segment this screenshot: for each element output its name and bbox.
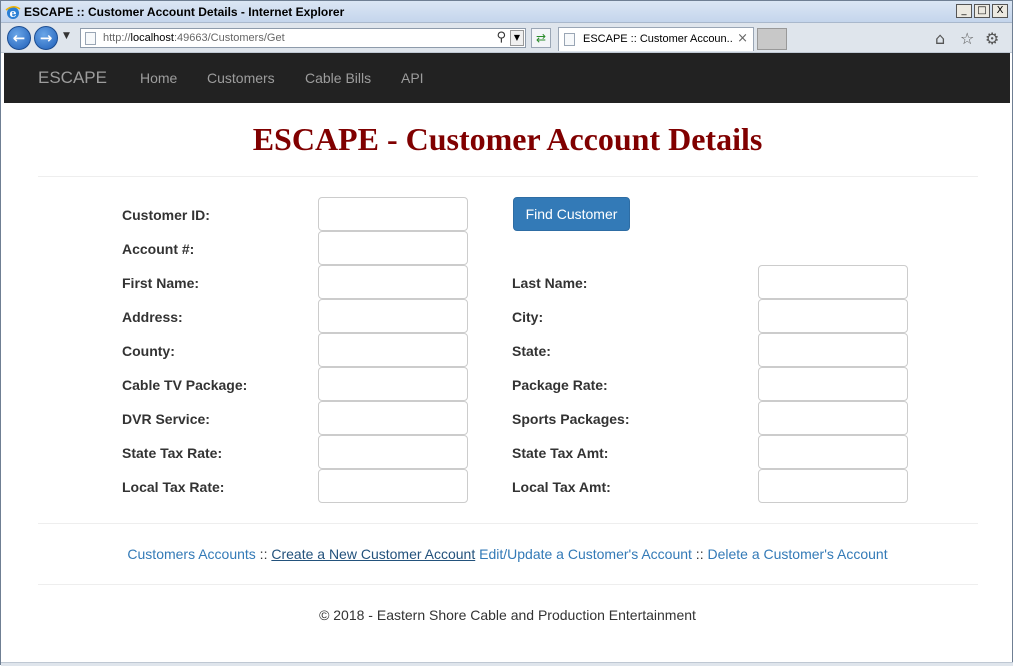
city-label: City: [512, 309, 544, 325]
history-dropdown-icon[interactable]: ▼ [63, 31, 70, 41]
first-name-field[interactable] [318, 265, 468, 299]
address-dropdown-icon[interactable]: ▼ [510, 30, 524, 46]
state-tax-amt-field[interactable] [758, 435, 908, 469]
sports-packages-field[interactable] [758, 401, 908, 435]
customers-accounts-link[interactable]: Customers Accounts [127, 546, 255, 562]
cable-tv-package-field[interactable] [318, 367, 468, 401]
gear-icon[interactable]: ⚙ [985, 29, 999, 48]
cable-tv-package-label: Cable TV Package: [122, 377, 248, 393]
city-field[interactable] [758, 299, 908, 333]
account-number-label: Account #: [122, 241, 195, 257]
page-title: ESCAPE - Customer Account Details [252, 121, 763, 157]
customer-id-field[interactable] [318, 197, 468, 231]
local-tax-amt-field[interactable] [758, 469, 908, 503]
find-customer-button[interactable]: Find Customer [513, 197, 630, 231]
local-tax-rate-field[interactable] [318, 469, 468, 503]
svg-text:e: e [10, 7, 17, 20]
brand-link[interactable]: ESCAPE [38, 68, 107, 88]
create-customer-link[interactable]: Create a New Customer Account [271, 546, 475, 562]
sports-packages-label: Sports Packages: [512, 411, 630, 427]
link-separator: :: [255, 546, 272, 562]
address-toolbar: ← → ▼ http://localhost:49663/Customers/G… [1, 23, 1012, 53]
window-controls: _ □ X [956, 4, 1008, 18]
package-rate-field[interactable] [758, 367, 908, 401]
address-bar[interactable]: http://localhost:49663/Customers/Get ⚲ ▼ [80, 28, 526, 48]
local-tax-rate-label: Local Tax Rate: [122, 479, 225, 495]
star-icon[interactable]: ☆ [960, 29, 974, 48]
address-label: Address: [122, 309, 183, 325]
tab-escape[interactable]: ESCAPE :: Customer Accoun... × [558, 27, 754, 51]
county-field[interactable] [318, 333, 468, 367]
back-icon[interactable]: ← [7, 26, 31, 50]
title-bar: e ESCAPE :: Customer Account Details - I… [1, 1, 1012, 23]
state-tax-rate-label: State Tax Rate: [122, 445, 223, 461]
tab-label: ESCAPE :: Customer Accoun... [583, 33, 733, 45]
home-icon[interactable]: ⌂ [935, 29, 945, 48]
account-number-field[interactable] [318, 231, 468, 265]
url-text[interactable]: http://localhost:49663/Customers/Get [103, 32, 285, 44]
last-name-field[interactable] [758, 265, 908, 299]
nav-api[interactable]: API [401, 70, 424, 86]
window-bottom-edge [1, 662, 1013, 666]
link-separator: :: [691, 546, 708, 562]
edit-customer-link[interactable]: Edit/Update a Customer's Account [479, 546, 692, 562]
customer-id-label: Customer ID: [122, 207, 210, 223]
dvr-service-label: DVR Service: [122, 411, 210, 427]
window-title: ESCAPE :: Customer Account Details - Int… [24, 5, 345, 19]
site-navbar: ESCAPE Home Customers Cable Bills API [4, 53, 1010, 103]
browser-window: e ESCAPE :: Customer Account Details - I… [0, 0, 1013, 666]
divider [38, 523, 978, 524]
local-tax-amt-label: Local Tax Amt: [512, 479, 611, 495]
last-name-label: Last Name: [512, 275, 588, 291]
state-tax-amt-label: State Tax Amt: [512, 445, 609, 461]
nav-customers[interactable]: Customers [207, 70, 275, 86]
maximize-button[interactable]: □ [974, 4, 990, 18]
address-field[interactable] [318, 299, 468, 333]
internet-explorer-icon: e [5, 6, 21, 20]
close-icon[interactable]: × [737, 31, 748, 46]
footer-links: Customers Accounts :: Create a New Custo… [1, 546, 1013, 562]
page-icon [85, 32, 96, 45]
dvr-service-field[interactable] [318, 401, 468, 435]
delete-customer-link[interactable]: Delete a Customer's Account [707, 546, 887, 562]
divider [38, 584, 978, 585]
state-tax-rate-field[interactable] [318, 435, 468, 469]
new-tab-button[interactable] [757, 28, 787, 50]
tab-page-icon [564, 33, 575, 46]
forward-icon[interactable]: → [34, 26, 58, 50]
close-window-button[interactable]: X [992, 4, 1008, 18]
refresh-icon[interactable]: ⇄ [531, 28, 551, 48]
state-field[interactable] [758, 333, 908, 367]
divider [38, 176, 978, 177]
search-icon[interactable]: ⚲ [496, 30, 506, 45]
first-name-label: First Name: [122, 275, 200, 291]
nav-cable-bills[interactable]: Cable Bills [305, 70, 371, 86]
county-label: County: [122, 343, 175, 359]
state-label: State: [512, 343, 551, 359]
package-rate-label: Package Rate: [512, 377, 608, 393]
minimize-button[interactable]: _ [956, 4, 972, 18]
copyright-text: © 2018 - Eastern Shore Cable and Product… [319, 607, 696, 623]
nav-home[interactable]: Home [140, 70, 177, 86]
